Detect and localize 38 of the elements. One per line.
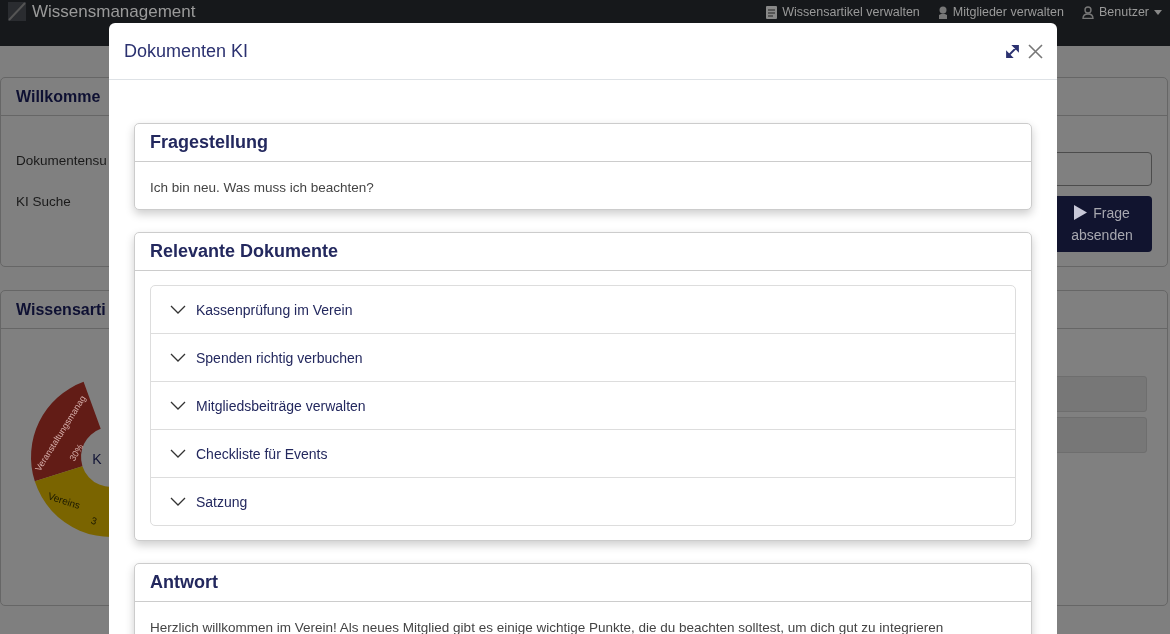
chevron-icon [170,353,186,362]
accordion-label: Mitgliedsbeiträge verwalten [196,397,366,414]
user-menu[interactable]: Benutzer [1081,5,1162,20]
accordion-label: Checkliste für Events [196,445,328,462]
close-icon [1028,43,1043,59]
form-label: Dokumentensu [16,153,107,168]
section-text: Ich bin neu. Was muss ich beachten? [150,180,375,195]
brand-title[interactable]: Wissensmanagement [32,2,196,21]
nav-link[interactable]: Wissensartikel verwalten [766,5,920,20]
accordion-label: Spenden richtig verbuchen [196,349,363,366]
logo-icon [8,2,26,21]
section-title: Antwort [135,564,1031,602]
accordion-label: Kassenprüfung im Verein [196,301,353,318]
chevron-icon [170,449,186,458]
nav-link[interactable]: Mitglieder verwalten [937,5,1064,20]
accordion-item[interactable]: Spenden richtig verbuchen [151,334,1015,382]
accordion-item[interactable]: Checkliste für Events [151,430,1015,478]
user-icon [1081,6,1094,19]
accordion-item[interactable]: Mitgliedsbeiträge verwalten [151,382,1015,430]
chevron-icon [170,401,186,410]
chart-label: K [92,451,102,467]
chart-label: Vereins [46,490,82,512]
person-icon [937,6,948,19]
caret-icon [1154,10,1162,15]
section-title: Fragestellung [135,124,1031,162]
accordion-item[interactable]: Satzung [151,478,1015,525]
play-icon [1074,205,1088,220]
chevron-icon [170,305,186,314]
section-title: Relevante Dokumente [135,233,1031,271]
chevron-icon [170,497,186,506]
chart-label: 3 [89,514,99,527]
form-label: KI Suche [16,194,72,209]
accordion-label: Satzung [196,493,248,510]
document-icon [766,6,778,19]
section-text: Herzlich willkommen im Verein! Als neues Mitglied gibt es einige wichtige Punkte, die du beachten solltest, um dich gut zu integrieren [150,620,945,634]
accordion-item[interactable]: Kassenprüfung im Verein [151,286,1015,334]
expand-icon [1006,44,1019,58]
dialog-title: Dokumenten KI [124,40,249,62]
